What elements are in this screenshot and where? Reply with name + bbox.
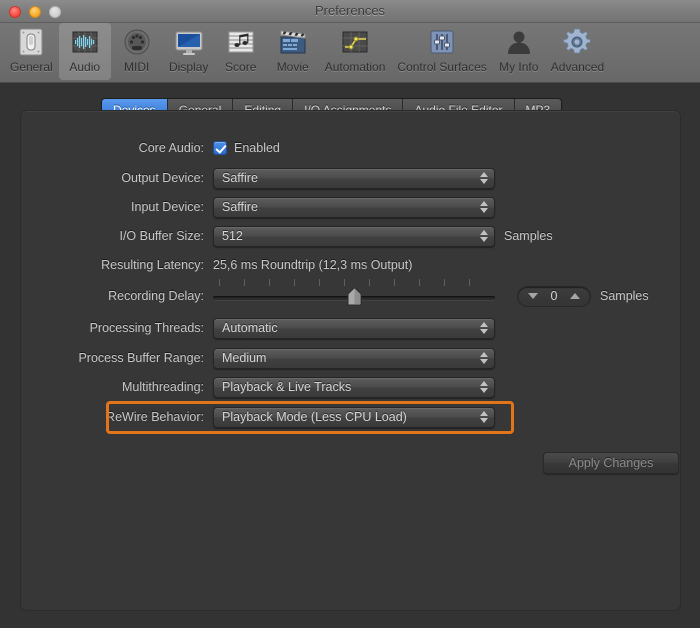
processing-threads-label: Processing Threads: (89, 321, 204, 335)
toolbar-label: Audio (69, 60, 101, 74)
toolbar-label: Automation (324, 60, 386, 74)
preferences-content: Devices General Editing I/O Assignments … (0, 83, 700, 628)
midi-port-icon (120, 26, 154, 58)
automation-curve-icon (338, 26, 372, 58)
toolbar-label: General (10, 60, 53, 74)
recording-delay-slider[interactable] (213, 279, 495, 307)
slider-thumb[interactable] (347, 287, 362, 306)
rewire-behavior-label: ReWire Behavior: (106, 410, 204, 424)
row-input-device: Input Device: Saffire (21, 196, 495, 218)
recording-delay-label: Recording Delay: (108, 289, 204, 303)
toolbar-item-audio[interactable]: Audio (58, 23, 111, 80)
row-io-buffer-size: I/O Buffer Size: 512 Samples (21, 225, 553, 247)
multithreading-popup[interactable]: Playback & Live Tracks (213, 376, 495, 398)
chevron-updown-icon (480, 381, 488, 393)
row-core-audio: Core Audio: Enabled (21, 137, 280, 159)
core-audio-checkbox[interactable] (213, 141, 227, 155)
waveform-icon (68, 26, 102, 58)
io-buffer-size-popup[interactable]: 512 (213, 225, 495, 247)
row-resulting-latency: Resulting Latency: 25,6 ms Roundtrip (12… (21, 254, 412, 276)
row-processing-threads: Processing Threads: Automatic (21, 317, 495, 339)
clapperboard-icon (276, 26, 310, 58)
toolbar-label: My Info (499, 60, 539, 74)
multithreading-label: Multithreading: (122, 380, 204, 394)
rewire-behavior-popup[interactable]: Playback Mode (Less CPU Load) (213, 406, 495, 428)
core-audio-checkbox-group[interactable]: Enabled (213, 141, 280, 155)
slider-ticks (213, 279, 495, 286)
output-device-popup[interactable]: Saffire (213, 167, 495, 189)
row-process-buffer-range: Process Buffer Range: Medium (21, 347, 495, 369)
chevron-updown-icon (480, 352, 488, 364)
preferences-toolbar: General Audio MIDI Display Score Movie A… (0, 23, 700, 83)
core-audio-checkbox-label: Enabled (234, 141, 280, 155)
window-titlebar: Preferences (0, 0, 700, 23)
stepper-up-icon[interactable] (570, 293, 580, 299)
toolbar-item-general[interactable]: General (4, 23, 59, 80)
toolbar-item-movie[interactable]: Movie (267, 23, 319, 80)
io-buffer-size-label: I/O Buffer Size: (119, 229, 204, 243)
devices-panel: Core Audio: Enabled Output Device: Saffi… (20, 110, 681, 611)
input-device-label: Input Device: (131, 200, 204, 214)
monitor-icon (172, 26, 206, 58)
process-buffer-range-value: Medium (222, 351, 267, 365)
toolbar-item-my-info[interactable]: My Info (493, 23, 545, 80)
input-device-value: Saffire (222, 200, 258, 214)
chevron-updown-icon (480, 322, 488, 334)
music-notes-icon (224, 26, 258, 58)
faders-icon (425, 26, 459, 58)
process-buffer-range-label: Process Buffer Range: (78, 351, 204, 365)
toolbar-item-midi[interactable]: MIDI (111, 23, 163, 80)
resulting-latency-label: Resulting Latency: (101, 258, 204, 272)
recording-delay-stepper[interactable]: 0 (517, 285, 591, 307)
chevron-updown-icon (480, 201, 488, 213)
output-device-value: Saffire (222, 171, 258, 185)
apply-changes-button[interactable]: Apply Changes (543, 452, 679, 474)
toolbar-item-advanced[interactable]: Advanced (545, 23, 610, 80)
preferences-window: Preferences General Audio MIDI Display S… (0, 0, 700, 628)
toolbar-label: Score (225, 60, 257, 74)
toolbar-item-display[interactable]: Display (163, 23, 215, 80)
toolbar-item-control-surfaces[interactable]: Control Surfaces (391, 23, 492, 80)
window-title: Preferences (314, 3, 386, 18)
toolbar-item-score[interactable]: Score (215, 23, 267, 80)
row-multithreading: Multithreading: Playback & Live Tracks (21, 376, 495, 398)
recording-delay-value: 0 (550, 289, 558, 303)
processing-threads-value: Automatic (222, 321, 278, 335)
chevron-updown-icon (480, 411, 488, 423)
rewire-behavior-value: Playback Mode (Less CPU Load) (222, 410, 407, 424)
processing-threads-popup[interactable]: Automatic (213, 317, 495, 339)
multithreading-value: Playback & Live Tracks (222, 380, 352, 394)
toolbar-label: Control Surfaces (397, 60, 487, 74)
toolbar-label: Movie (276, 60, 309, 74)
recording-delay-unit: Samples (600, 289, 649, 303)
row-recording-delay: Recording Delay: 0 Samples (21, 279, 649, 307)
output-device-label: Output Device: (121, 171, 204, 185)
core-audio-label: Core Audio: (138, 141, 204, 155)
chevron-updown-icon (480, 230, 488, 242)
process-buffer-range-popup[interactable]: Medium (213, 347, 495, 369)
person-icon (502, 26, 536, 58)
stepper-down-icon[interactable] (528, 293, 538, 299)
toolbar-label: Display (169, 60, 209, 74)
row-rewire-behavior: ReWire Behavior: Playback Mode (Less CPU… (21, 406, 495, 428)
io-buffer-size-unit: Samples (504, 229, 553, 243)
toolbar-label: Advanced (550, 60, 605, 74)
gear-icon (560, 26, 594, 58)
resulting-latency-value: 25,6 ms Roundtrip (12,3 ms Output) (213, 258, 413, 272)
switch-icon (14, 26, 48, 58)
toolbar-item-automation[interactable]: Automation (319, 23, 392, 80)
recording-delay-stepper-group: 0 Samples (517, 285, 649, 307)
input-device-popup[interactable]: Saffire (213, 196, 495, 218)
io-buffer-size-value: 512 (222, 229, 243, 243)
row-output-device: Output Device: Saffire (21, 167, 495, 189)
chevron-updown-icon (480, 172, 488, 184)
toolbar-label: MIDI (124, 60, 150, 74)
